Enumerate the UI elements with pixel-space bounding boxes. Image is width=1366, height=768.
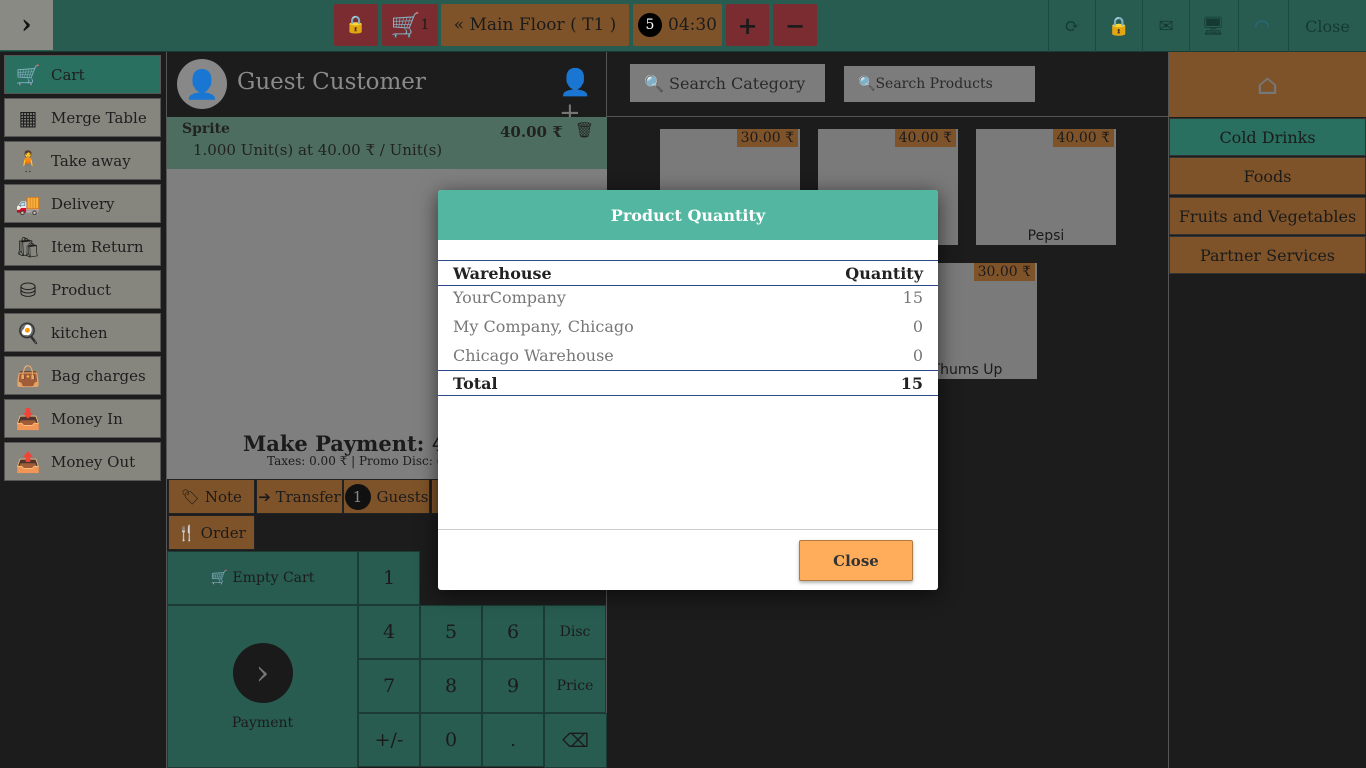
product-quantity-dialog: Product Quantity Warehouse Quantity YourC… [438,190,938,590]
backspace-button[interactable]: ⌫ [544,713,607,768]
numpad-key[interactable]: 7 [358,659,420,713]
cart-button[interactable]: 🛒 1 [382,4,438,46]
delivery-icon: 🚚 [15,191,41,216]
sidebar: 🛒 Cart ▦ Merge Table 🧍 Take away 🚚 Delivery 🛍 Ite… [4,55,161,485]
sidebar-item-delivery[interactable]: 🚚 Delivery [4,184,161,223]
table-row: YourCompany 15 [453,287,923,307]
cart-icon: 🛒 [390,11,421,39]
numpad-key[interactable]: 9 [482,659,544,713]
numpad-key[interactable]: 6 [482,605,544,659]
item-return-icon: 🛍 [15,234,41,259]
transfer-button[interactable]: ➔ Transfer [256,479,343,514]
monitor-icon[interactable]: 🖥 [1189,0,1236,52]
order-button[interactable]: 🍴 Order [168,515,255,550]
table-header: Warehouse Quantity [438,260,938,286]
numpad-key[interactable]: +/- [358,713,420,767]
customer-name[interactable]: Guest Customer [237,69,426,95]
kitchen-icon: 🍳 [15,320,41,345]
close-button[interactable]: Close [1288,0,1366,52]
refresh-icon[interactable]: ⟳ [1048,0,1095,52]
sidebar-item-money-in[interactable]: 📥 Money In [4,399,161,438]
lock-button[interactable]: 🔒 [334,4,378,46]
numpad-key[interactable]: 4 [358,605,420,659]
guests-button[interactable]: 1 Guests [343,479,430,514]
take-away-icon: 🧍 [15,148,41,173]
add-button[interactable]: + [726,4,769,46]
category-partner-services[interactable]: Partner Services [1169,236,1366,274]
sidebar-item-product[interactable]: ⛁ Product [4,270,161,309]
empty-cart-button[interactable]: 🛒 Empty Cart [167,551,358,605]
product-card[interactable]: 40.00 ₹ Pepsi [976,129,1116,245]
divider [607,116,1169,117]
numpad-key[interactable]: Disc [544,605,606,659]
toggle-sidebar-button[interactable]: › [0,0,53,50]
timer-button[interactable]: 5 04:30 [633,4,722,46]
floor-button[interactable]: « Main Floor ( T1 ) [441,4,629,46]
sidebar-item-item-return[interactable]: 🛍 Item Return [4,227,161,266]
category-foods[interactable]: Foods [1169,157,1366,195]
payment-button[interactable]: › Payment [167,605,358,768]
table-row: Chicago Warehouse 0 [453,345,923,365]
remove-button[interactable]: − [773,4,817,46]
numpad-key[interactable]: 1 [358,551,420,605]
money-out-icon: 📤 [15,449,41,474]
category-cold-drinks[interactable]: Cold Drinks [1169,118,1366,156]
sidebar-item-money-out[interactable]: 📤 Money Out [4,442,161,481]
sidebar-item-merge-table[interactable]: ▦ Merge Table [4,98,161,137]
note-button[interactable]: 🏷 Note [168,479,255,514]
divider [438,529,938,530]
avatar: 👤 [177,59,227,109]
numpad-key[interactable]: 5 [420,605,482,659]
category-fruits-vegetables[interactable]: Fruits and Vegetables [1169,197,1366,235]
search-category-input[interactable]: 🔍 Search Category [630,64,825,102]
dialog-title: Product Quantity [438,190,938,240]
numpad-key[interactable]: 0 [420,713,482,767]
cart-icon: 🛒 [15,62,41,87]
table-total: Total 15 [438,370,938,396]
wifi-icon[interactable]: ◠ [1238,0,1285,52]
sidebar-item-bag-charges[interactable]: 👜 Bag charges [4,356,161,395]
bag-charges-icon: 👜 [15,363,41,388]
top-bar: › 🔒 🛒 1 « Main Floor ( T1 ) 5 04:30 + − ⟳ … [0,0,1366,52]
product-icon: ⛁ [19,277,37,302]
order-line[interactable]: Sprite 40.00 ₹ 🗑 1.000 Unit(s) at 40.00 … [167,117,607,169]
numpad-key[interactable]: Price [544,659,606,713]
sidebar-item-kitchen[interactable]: 🍳 kitchen [4,313,161,352]
numpad-key[interactable]: 8 [420,659,482,713]
money-in-icon: 📥 [15,406,41,431]
home-button[interactable]: ⌂ [1169,52,1366,117]
trash-icon[interactable]: 🗑 [575,121,594,139]
sidebar-item-cart[interactable]: 🛒 Cart [4,55,161,94]
close-button[interactable]: Close [799,540,913,581]
chevron-right-icon: › [232,642,293,703]
mail-icon[interactable]: ✉ [1142,0,1189,52]
search-products-input[interactable]: 🔍 Search Products [844,66,1035,102]
merge-table-icon: ▦ [18,105,38,130]
numpad-key[interactable]: . [482,713,544,767]
lock-icon[interactable]: 🔒 [1095,0,1142,52]
sidebar-item-take-away[interactable]: 🧍 Take away [4,141,161,180]
table-row: My Company, Chicago 0 [453,316,923,336]
